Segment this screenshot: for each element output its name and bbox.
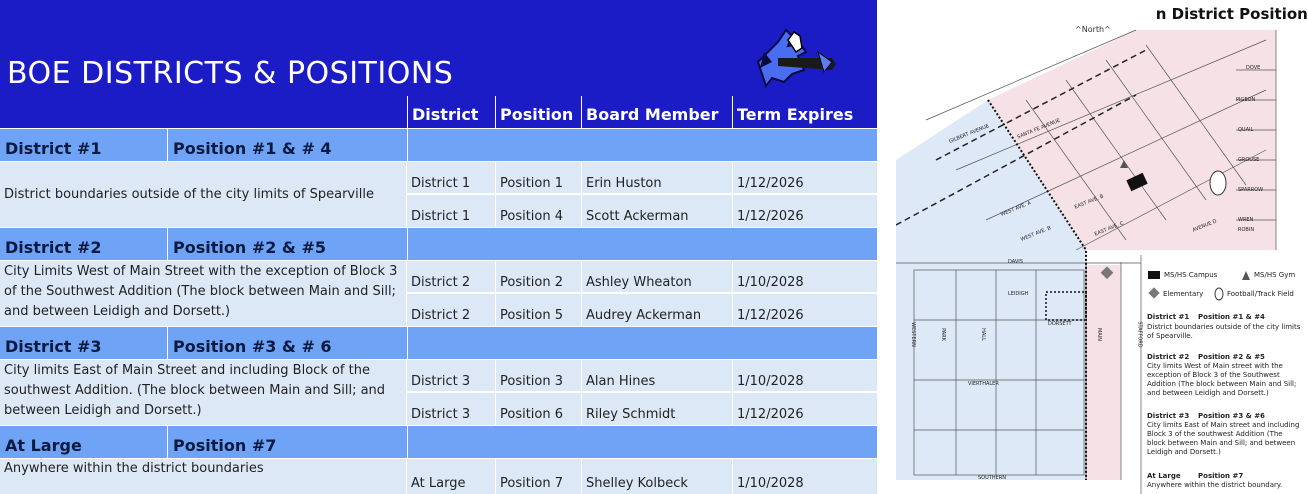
cell-district: District 3 xyxy=(406,359,495,391)
street-label: WREN xyxy=(1238,217,1254,223)
cell-position: Position 5 xyxy=(495,293,581,326)
header-spacer xyxy=(0,96,407,128)
street-label: DAVIS xyxy=(1008,259,1023,265)
cell-district: District 2 xyxy=(406,260,495,292)
cell-board-member: Ashley Wheaton xyxy=(581,260,732,292)
street-label: STAFFORD xyxy=(1136,321,1143,348)
section-header-fill xyxy=(407,425,877,458)
section-header-fill xyxy=(407,227,877,260)
cell-board-member: Shelley Kolbeck xyxy=(581,458,732,494)
knight-logo-icon xyxy=(748,22,840,96)
legend-d2-text: City limits West of Main street with the… xyxy=(1147,362,1297,397)
section-positions-label: Position #7 xyxy=(167,425,407,458)
legend-gym: MS/HS Gym xyxy=(1254,271,1296,279)
section-header-fill xyxy=(407,128,877,161)
cell-term-expires: 1/12/2026 xyxy=(732,293,877,326)
legend-d3-text: City limits East of Main street and incl… xyxy=(1147,421,1300,456)
page-title: BOE DISTRICTS & POSITIONS xyxy=(7,56,454,91)
cell-board-member: Erin Huston xyxy=(581,161,732,193)
section-description: Anywhere within the district boundaries xyxy=(0,458,406,494)
legend-d1-pos: Position #1 & #4 xyxy=(1198,313,1265,321)
street-label: LEIDIGH xyxy=(1008,291,1029,297)
street-label: GROUSE xyxy=(1238,157,1260,163)
section-positions-label: Position #2 & #5 xyxy=(167,227,407,260)
street-label: SOUTHERN xyxy=(978,475,1006,481)
cell-board-member: Audrey Ackerman xyxy=(581,293,732,326)
cell-position: Position 7 xyxy=(495,458,581,494)
section-description: City Limits West of Main Street with the… xyxy=(0,260,406,326)
street-label: WESTERN xyxy=(909,322,916,347)
cell-district: At Large xyxy=(406,458,495,494)
column-header-position: Position xyxy=(495,96,581,128)
section-district-label: District #3 xyxy=(0,326,167,359)
section-district-label: At Large xyxy=(0,425,167,458)
legend-field: Football/Track Field xyxy=(1227,290,1294,298)
cell-position: Position 3 xyxy=(495,359,581,391)
cell-term-expires: 1/12/2026 xyxy=(732,194,877,227)
cell-board-member: Riley Schmidt xyxy=(581,392,732,425)
section-district-label: District #1 xyxy=(0,128,167,161)
legend-al-text: Anywhere within the district boundary. xyxy=(1147,481,1283,489)
district-map: USD 381 Board of Education District Posi… xyxy=(896,0,1308,494)
cell-board-member: Alan Hines xyxy=(581,359,732,391)
cell-board-member: Scott Ackerman xyxy=(581,194,732,227)
street-label: ROBIN xyxy=(1238,227,1255,233)
cell-term-expires: 1/10/2028 xyxy=(732,359,877,391)
section-description: City limits East of Main Street and incl… xyxy=(0,359,406,425)
cell-position: Position 6 xyxy=(495,392,581,425)
column-header-district: District xyxy=(407,96,495,128)
section-header-fill xyxy=(407,326,877,359)
section-positions-label: Position #3 & # 6 xyxy=(167,326,407,359)
header-bar: BOE DISTRICTS & POSITIONS xyxy=(0,0,877,96)
street-label: DOVE xyxy=(1246,65,1261,71)
street-label: VIERTHALER xyxy=(968,381,999,387)
street-label: SPARROW xyxy=(1238,187,1264,193)
cell-district: District 2 xyxy=(406,293,495,326)
legend-d3-pos: Position #3 & #6 xyxy=(1198,412,1265,420)
cell-position: Position 2 xyxy=(495,260,581,292)
cell-district: District 3 xyxy=(406,392,495,425)
cell-district: District 1 xyxy=(406,194,495,227)
cell-term-expires: 1/12/2026 xyxy=(732,161,877,193)
field-marker xyxy=(1209,170,1227,196)
street-label: HALL xyxy=(979,328,986,341)
legend-elementary: Elementary xyxy=(1163,290,1204,298)
cell-position: Position 4 xyxy=(495,194,581,227)
cell-district: District 1 xyxy=(406,161,495,193)
cell-term-expires: 1/10/2028 xyxy=(732,458,877,494)
street-label: MAIN xyxy=(1095,328,1102,341)
cell-term-expires: 1/10/2028 xyxy=(732,260,877,292)
legend-campus: MS/HS Campus xyxy=(1164,271,1218,279)
column-header-board-member: Board Member xyxy=(581,96,732,128)
street-label: PARK xyxy=(939,328,946,341)
section-district-label: District #2 xyxy=(0,227,167,260)
section-description: District boundaries outside of the city … xyxy=(0,161,406,227)
legend-al-head: At Large xyxy=(1147,472,1181,480)
legend-d1-head: District #1 xyxy=(1147,313,1190,321)
cell-term-expires: 1/12/2026 xyxy=(732,392,877,425)
legend-d1-text: District boundaries outside of the city … xyxy=(1147,323,1301,340)
street-label: PIGEON xyxy=(1236,97,1256,103)
legend-d3-head: District #3 xyxy=(1147,412,1190,420)
column-header-term-expires: Term Expires xyxy=(732,96,877,128)
cell-position: Position 1 xyxy=(495,161,581,193)
legend-d2-head: District #2 xyxy=(1147,353,1190,361)
legend-d2-pos: Position #2 & #5 xyxy=(1198,353,1265,361)
legend-al-pos: Position #7 xyxy=(1198,472,1244,480)
street-label: QUAIL xyxy=(1238,127,1254,133)
section-positions-label: Position #1 & # 4 xyxy=(167,128,407,161)
street-label: DORSETT xyxy=(1048,321,1072,327)
